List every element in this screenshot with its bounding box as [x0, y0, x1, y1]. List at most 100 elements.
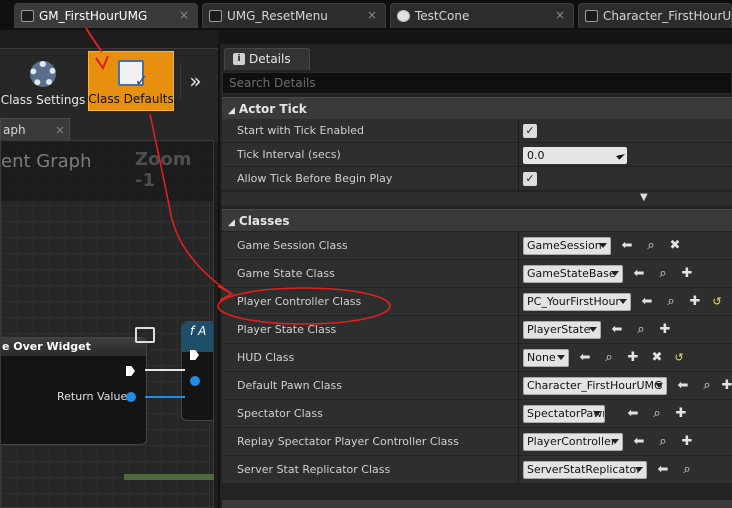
- add-plus-icon[interactable]: ✚: [680, 266, 694, 282]
- use-selected-arrow-icon[interactable]: ⬅: [640, 294, 654, 310]
- clear-x-icon[interactable]: ✖: [668, 238, 682, 254]
- player-state-class-dropdown[interactable]: PlayerState: [523, 321, 601, 339]
- exec-out-pin[interactable]: [126, 366, 135, 376]
- browse-magnifier-icon[interactable]: ⌕: [664, 294, 678, 310]
- tab-testcone[interactable]: TestCone ×: [390, 3, 574, 28]
- hud-class-dropdown[interactable]: None: [523, 349, 569, 367]
- clear-x-icon[interactable]: ✖: [650, 350, 664, 366]
- exec-wire: [145, 369, 185, 371]
- graph-title: ent Graph: [1, 151, 92, 172]
- search-details-input[interactable]: Search Details: [222, 72, 732, 94]
- category-classes[interactable]: ◢ Classes: [222, 209, 732, 231]
- use-selected-arrow-icon[interactable]: ⬅: [656, 462, 670, 478]
- category-next[interactable]: [222, 500, 732, 508]
- game-state-class-dropdown[interactable]: GameStateBase: [523, 265, 623, 283]
- tab-label: Character_FirstHourUMG: [603, 9, 732, 23]
- close-icon[interactable]: ×: [55, 119, 65, 141]
- expand-arrow-icon: ▼: [640, 192, 648, 203]
- zoom-level: Zoom -1: [135, 149, 192, 191]
- blueprint-editor-panel: Class Settings Class Defaults » aph × en…: [0, 30, 218, 508]
- class-settings-label: Class Settings: [0, 93, 86, 107]
- use-selected-arrow-icon[interactable]: ⬅: [632, 434, 646, 450]
- browse-magnifier-icon[interactable]: ⌕: [634, 322, 648, 338]
- close-icon[interactable]: ×: [555, 8, 565, 22]
- close-icon[interactable]: ×: [179, 8, 189, 22]
- return-value-label: Return Value: [57, 390, 128, 403]
- advanced-expand-bar[interactable]: ▼: [222, 192, 732, 206]
- create-widget-node[interactable]: e Over Widget Return Value: [1, 337, 147, 445]
- document-tab-bar: GM_FirstHourUMG × UMG_ResetMenu × TestCo…: [0, 0, 732, 30]
- toolbar-overflow-button[interactable]: »: [180, 63, 210, 99]
- graph-header: ent Graph Zoom -1: [1, 141, 213, 201]
- add-plus-icon[interactable]: ✚: [720, 378, 732, 394]
- tab-label: UMG_ResetMenu: [227, 9, 328, 23]
- use-selected-arrow-icon[interactable]: ⬅: [578, 350, 592, 366]
- browse-magnifier-icon[interactable]: ⌕: [644, 238, 658, 254]
- blueprint-icon: [585, 10, 598, 22]
- spectator-class-dropdown[interactable]: SpectatorPawn: [523, 405, 605, 423]
- category-label: Actor Tick: [238, 102, 307, 116]
- use-selected-arrow-icon[interactable]: ⬅: [610, 322, 624, 338]
- default-pawn-class-dropdown[interactable]: Character_FirstHourUMG: [523, 377, 667, 395]
- add-plus-icon[interactable]: ✚: [658, 322, 672, 338]
- node-edge: [124, 474, 214, 480]
- target-pin[interactable]: [190, 376, 200, 386]
- details-panel: i Details Search Details ◢ Actor Tick Sta…: [218, 44, 732, 508]
- use-selected-arrow-icon[interactable]: ⬅: [632, 266, 646, 282]
- monitor-icon: [135, 327, 155, 343]
- browse-magnifier-icon[interactable]: ⌕: [656, 434, 670, 450]
- return-value-pin[interactable]: [126, 392, 136, 402]
- chevron-down-icon: [611, 271, 619, 276]
- server-stat-replicator-class-dropdown[interactable]: ServerStatReplicator: [523, 461, 647, 479]
- chevron-down-icon: [655, 383, 663, 388]
- property-row-player-controller-class: Player Controller Class PC_YourFirstHour…: [222, 288, 732, 316]
- tick-interval-field[interactable]: 0.0: [523, 147, 627, 164]
- replay-spectator-controller-class-dropdown[interactable]: PlayerController: [523, 433, 623, 451]
- browse-magnifier-icon[interactable]: ⌕: [602, 350, 616, 366]
- property-label: Start with Tick Enabled: [237, 124, 365, 137]
- property-row-game-state-class: Game State Class GameStateBase ⬅ ⌕ ✚: [222, 260, 732, 288]
- use-selected-arrow-icon[interactable]: ⬅: [620, 238, 634, 254]
- tab-character-firsthourumg[interactable]: Character_FirstHourUMG: [578, 3, 732, 28]
- tab-gm-firsthourumg[interactable]: GM_FirstHourUMG ×: [14, 3, 198, 28]
- property-label: Replay Spectator Player Controller Class: [237, 435, 459, 448]
- tab-event-graph[interactable]: aph ×: [0, 118, 70, 140]
- reset-to-default-icon[interactable]: ↺: [672, 350, 686, 366]
- allow-tick-before-begin-play-checkbox[interactable]: ✓: [523, 172, 537, 186]
- start-with-tick-enabled-checkbox[interactable]: ✓: [523, 124, 537, 138]
- player-controller-class-dropdown[interactable]: PC_YourFirstHour: [523, 293, 631, 311]
- function-icon: f A: [182, 322, 213, 352]
- game-session-class-dropdown[interactable]: GameSession: [523, 237, 611, 255]
- property-label: Player Controller Class: [237, 295, 362, 308]
- property-label: Default Pawn Class: [237, 379, 342, 392]
- browse-magnifier-icon[interactable]: ⌕: [650, 406, 664, 422]
- property-row-default-pawn-class: Default Pawn Class Character_FirstHourUM…: [222, 372, 732, 400]
- class-defaults-button[interactable]: Class Defaults: [88, 51, 174, 111]
- category-actor-tick[interactable]: ◢ Actor Tick: [222, 97, 732, 119]
- add-plus-icon[interactable]: ✚: [680, 434, 694, 450]
- chevron-down-icon: [599, 243, 607, 248]
- class-settings-button[interactable]: Class Settings: [0, 51, 86, 111]
- add-plus-icon[interactable]: ✚: [688, 294, 702, 310]
- function-node[interactable]: f A: [181, 321, 213, 421]
- use-selected-arrow-icon[interactable]: ⬅: [626, 406, 640, 422]
- reset-to-default-icon[interactable]: ↺: [710, 294, 724, 310]
- browse-magnifier-icon[interactable]: ⌕: [656, 266, 670, 282]
- data-wire: [145, 396, 185, 398]
- graph-tab-label: aph: [3, 123, 26, 137]
- browse-magnifier-icon[interactable]: ⌕: [700, 378, 714, 394]
- close-icon[interactable]: ×: [367, 8, 377, 22]
- use-selected-arrow-icon[interactable]: ⬅: [676, 378, 690, 394]
- blueprint-icon: [21, 10, 34, 22]
- add-plus-icon[interactable]: ✚: [626, 350, 640, 366]
- property-label: HUD Class: [237, 351, 295, 364]
- tab-details[interactable]: i Details: [224, 48, 310, 70]
- event-graph-canvas[interactable]: ent Graph Zoom -1 e Over Widget Return V…: [0, 140, 214, 508]
- property-row-replay-spectator-player-controller-class: Replay Spectator Player Controller Class…: [222, 428, 732, 456]
- chevron-down-icon: [619, 299, 627, 304]
- collapse-arrow-icon: ◢: [228, 106, 235, 116]
- browse-magnifier-icon[interactable]: ⌕: [680, 462, 694, 478]
- add-plus-icon[interactable]: ✚: [674, 406, 688, 422]
- tab-umg-resetmenu[interactable]: UMG_ResetMenu ×: [202, 3, 386, 28]
- category-label: Classes: [238, 214, 290, 228]
